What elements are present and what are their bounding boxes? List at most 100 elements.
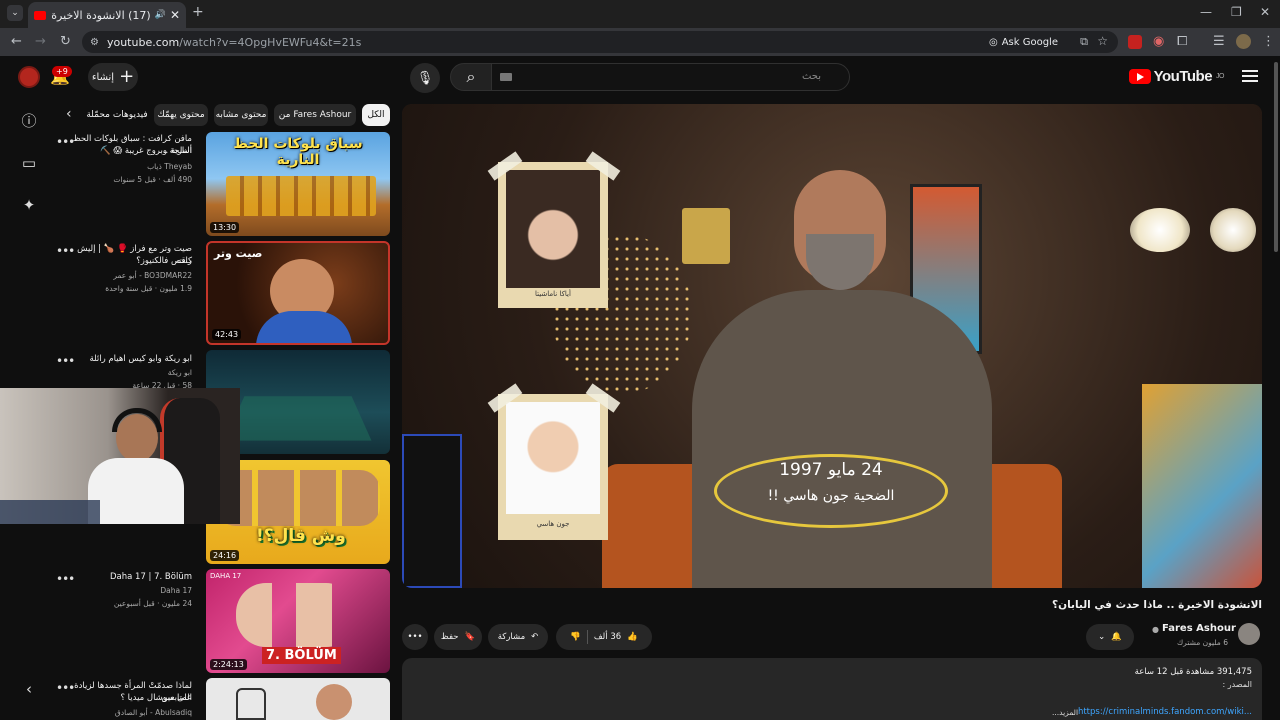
- rec-thumb-text-5: 7. BÖLÜM: [262, 647, 341, 664]
- dislike-icon[interactable]: 👎: [570, 632, 581, 642]
- description-link[interactable]: https://criminalminds.fandom.com/wiki...: [1078, 707, 1252, 717]
- chip-uploaded[interactable]: فيديوهات محمّلة: [86, 104, 148, 126]
- photo-child-2: [506, 402, 600, 514]
- more-actions-button[interactable]: •••: [402, 624, 428, 650]
- extensions-puzzle-icon[interactable]: ⧠: [1177, 35, 1187, 49]
- rec-channel-5[interactable]: Daha 17: [62, 585, 192, 596]
- description-source: المصدر :: [1222, 680, 1252, 689]
- rec-title-2b[interactable]: راقص فالكنيوز؟: [62, 255, 192, 267]
- rec-more-icon-5[interactable]: •••: [56, 572, 75, 586]
- webcam-overlay: [0, 388, 240, 524]
- rec-duration-2: 42:43: [212, 329, 242, 340]
- video-title: الانشودة الاخيرة .. ماذا حدث في اليابان؟: [1052, 599, 1262, 611]
- search-input[interactable]: بحث: [490, 63, 850, 91]
- description-box[interactable]: 391,475 مشاهدة قبل 12 ساعة المصدر : http…: [402, 658, 1262, 720]
- video-player[interactable]: أياكا ناماشيتا جون هاسي 24 مايو 1997 الض…: [402, 104, 1262, 588]
- photo-caption-2: جون هاسي: [536, 520, 570, 528]
- browser-tab[interactable]: (17) الانشودة الاخيرة .. ماذا حـ 🔊 ✕: [28, 2, 186, 28]
- tab-search-icon[interactable]: ⌄: [7, 5, 23, 21]
- rec-channel-3[interactable]: ابو ريكة: [62, 367, 192, 378]
- rec-thumb-text-2: صيت وتر: [214, 247, 263, 260]
- close-window-button[interactable]: ✕: [1260, 5, 1270, 19]
- rec-thumbnail-2[interactable]: صيت وتر 42:43: [206, 241, 390, 345]
- url-path: /watch?v=4OpgHvEWFu4&t=21s: [179, 35, 362, 49]
- install-app-icon[interactable]: ⧉: [1080, 35, 1088, 49]
- youtube-logo-text: YouTube: [1153, 68, 1213, 85]
- share-button[interactable]: مشاركة ↶: [488, 624, 548, 650]
- profile-avatar-icon[interactable]: [1236, 34, 1251, 49]
- back-button[interactable]: ←: [11, 35, 22, 49]
- rec-channel-2[interactable]: BO3DMAR22 - أبو عمر: [62, 270, 192, 281]
- save-label: حفظ: [440, 632, 459, 642]
- bookmark-star-icon[interactable]: ☆: [1097, 34, 1108, 48]
- audio-playing-icon[interactable]: 🔊: [155, 10, 166, 20]
- subscribe-bell-button[interactable]: ⌄ 🔔: [1086, 624, 1134, 650]
- extension-mask-icon[interactable]: ◉: [1153, 35, 1164, 49]
- rec-duration-4: 24:16: [210, 550, 240, 561]
- chrome-menu-icon[interactable]: ⋮: [1262, 35, 1275, 49]
- save-button[interactable]: حفظ 🔖: [434, 624, 482, 650]
- chips-scroll-left-icon[interactable]: ‹: [66, 106, 72, 122]
- address-bar[interactable]: ⚙ youtube.com/watch?v=4OpgHvEWFu4&t=21s …: [82, 31, 1118, 53]
- collapse-chevron-icon[interactable]: ‹: [20, 680, 38, 698]
- rec-more-icon-6[interactable]: •••: [56, 681, 75, 695]
- chip-all[interactable]: الكل: [362, 104, 390, 126]
- arcade-cabinet-art: [402, 434, 462, 588]
- minimize-button[interactable]: —: [1200, 5, 1212, 19]
- site-info-icon[interactable]: ⚙: [90, 37, 99, 48]
- reload-button[interactable]: ↻: [60, 35, 71, 49]
- chip-related[interactable]: محتوى مشابه: [214, 104, 268, 126]
- tab-close-icon[interactable]: ✕: [170, 8, 180, 22]
- search-button[interactable]: ⌕: [450, 63, 492, 91]
- info-icon[interactable]: ⓘ: [20, 110, 38, 130]
- rec-channel-6[interactable]: Abulsadiq - أبو الصادق: [62, 707, 192, 718]
- rec-thumbnail-1[interactable]: سباق بلوكات الحظ النارية 13:30: [206, 132, 390, 236]
- rec-more-icon-1[interactable]: •••: [56, 135, 75, 149]
- bell-icon: 🔔: [1111, 632, 1122, 642]
- chip-for-you[interactable]: محتوى يهمّك: [154, 104, 208, 126]
- voice-search-button[interactable]: 🎙: [410, 63, 440, 93]
- rec-thumbnail-6[interactable]: [206, 678, 390, 720]
- browser-tab-strip: ⌄ (17) الانشودة الاخيرة .. ماذا حـ 🔊 ✕ +…: [0, 0, 1280, 28]
- guide-menu-icon[interactable]: [1242, 68, 1258, 82]
- actors-art: [236, 583, 356, 647]
- lamp-art-2: [1210, 208, 1256, 252]
- youtube-logo[interactable]: YouTube JO: [1128, 68, 1224, 85]
- extension-red-icon[interactable]: [1128, 35, 1142, 49]
- rec-title-1b[interactable]: أسلحة وبروج غريبة 😱 ⛏️: [62, 145, 192, 157]
- ask-google-chip[interactable]: ◎ Ask Google: [989, 34, 1058, 50]
- chip-from-channel[interactable]: من Fares Ashour: [274, 104, 356, 126]
- forward-button[interactable]: →: [35, 35, 46, 49]
- chat-icon[interactable]: ▭: [20, 154, 38, 172]
- sparkle-icon[interactable]: ✦: [20, 196, 38, 214]
- photo-caption-1: أياكا ناماشيتا: [535, 290, 571, 298]
- channel-name[interactable]: Fares Ashour: [1162, 623, 1236, 634]
- rec-duration-5: 2:24:13: [210, 659, 247, 670]
- verified-icon: ●: [1152, 625, 1159, 634]
- lamp-art: [1130, 208, 1190, 252]
- maximize-button[interactable]: ❐: [1231, 5, 1242, 19]
- rec-title-3[interactable]: ابو ريكة وابو كيس اهيام رائلة: [62, 353, 193, 365]
- rec-more-icon-3[interactable]: •••: [56, 354, 75, 368]
- create-button[interactable]: إنشاء +: [88, 63, 138, 91]
- rec-channel-1[interactable]: Theyab ذياب: [62, 161, 192, 172]
- reading-list-icon[interactable]: ☰: [1213, 35, 1225, 49]
- like-icon[interactable]: 👍: [627, 632, 638, 642]
- notification-count-badge: +9: [52, 66, 72, 77]
- keyboard-icon[interactable]: [500, 73, 512, 81]
- webcam-person-shirt: [88, 458, 184, 524]
- rec-title-6b[interactable]: على سوشال ميديا ؟: [62, 692, 192, 704]
- like-count[interactable]: 36 ألف: [594, 632, 621, 642]
- photo-child-1: [506, 170, 600, 288]
- country-code: JO: [1216, 73, 1224, 80]
- description-more[interactable]: ...المزيد: [1052, 708, 1078, 717]
- page-scrollbar[interactable]: [1274, 62, 1278, 252]
- account-avatar[interactable]: [18, 66, 40, 88]
- rec-more-icon-2[interactable]: •••: [56, 244, 75, 258]
- rec-title-5[interactable]: Daha 17 | 7. Bölüm: [62, 571, 192, 583]
- channel-avatar[interactable]: [1238, 623, 1260, 645]
- overlay-date: 24 مايو 1997: [779, 460, 883, 480]
- new-tab-button[interactable]: +: [192, 4, 204, 20]
- youtube-favicon-icon: [34, 10, 46, 20]
- rec-thumbnail-5[interactable]: DAHA 17 7. BÖLÜM 2:24:13: [206, 569, 390, 673]
